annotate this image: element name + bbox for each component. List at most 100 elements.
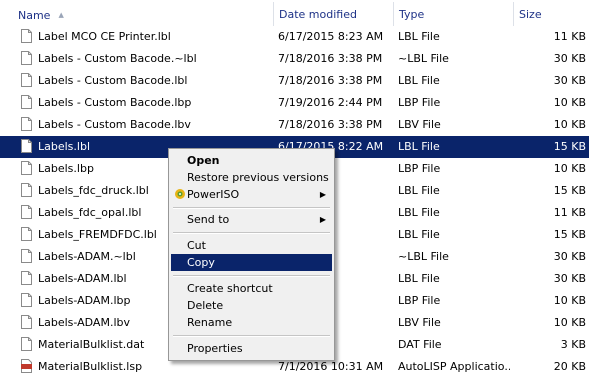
column-date-label: Date modified xyxy=(279,8,357,21)
file-name: Labels - Custom Bacode.lbp xyxy=(38,96,192,109)
file-size: 15 KB xyxy=(553,184,586,197)
menu-item-create-shortcut-label: Create shortcut xyxy=(187,282,273,295)
menu-separator xyxy=(173,335,330,337)
menu-separator xyxy=(173,232,330,234)
table-row[interactable]: Labels - Custom Bacode.lbp 7/19/2016 2:44… xyxy=(0,92,601,114)
file-date: 7/18/2016 3:38 PM xyxy=(278,74,383,87)
menu-item-rename[interactable]: Rename xyxy=(171,314,332,331)
file-type: LBP File xyxy=(398,96,441,109)
file-size: 30 KB xyxy=(553,272,586,285)
sort-ascending-icon: ▲ xyxy=(58,11,64,19)
file-size: 15 KB xyxy=(553,228,586,241)
file-size: 10 KB xyxy=(553,162,586,175)
table-row[interactable]: Labels - Custom Bacode.lbv 7/18/2016 3:38… xyxy=(0,114,601,136)
menu-item-restore-label: Restore previous versions xyxy=(187,171,329,184)
table-row[interactable]: Label MCO CE Printer.lbl 6/17/2015 8:23 A… xyxy=(0,26,601,48)
file-icon xyxy=(21,337,32,351)
file-type: LBL File xyxy=(398,140,440,153)
file-icon xyxy=(21,117,32,131)
file-type: LBL File xyxy=(398,30,440,43)
menu-item-rename-label: Rename xyxy=(187,316,233,329)
menu-item-send-to[interactable]: Send to ▶ xyxy=(171,211,332,228)
menu-item-cut[interactable]: Cut xyxy=(171,237,332,254)
file-type: LBL File xyxy=(398,228,440,241)
file-icon xyxy=(21,249,32,263)
submenu-arrow-icon: ▶ xyxy=(319,215,326,224)
file-icon xyxy=(21,271,32,285)
file-name: Label MCO CE Printer.lbl xyxy=(38,30,171,43)
file-icon xyxy=(21,73,32,87)
table-row[interactable]: Labels - Custom Bacode.~lbl 7/18/2016 3:3… xyxy=(0,48,601,70)
file-icon xyxy=(21,51,32,65)
file-type: LBL File xyxy=(398,272,440,285)
menu-item-poweriso[interactable]: PowerISO ▶ xyxy=(171,186,332,203)
file-icon xyxy=(21,293,32,307)
file-type: LBV File xyxy=(398,118,441,131)
context-menu: Open Restore previous versions PowerISO … xyxy=(168,148,335,361)
file-date: 6/17/2015 8:23 AM xyxy=(278,30,384,43)
table-row[interactable]: Labels - Custom Bacode.lbl 7/18/2016 3:38… xyxy=(0,70,601,92)
file-size: 30 KB xyxy=(553,250,586,263)
file-type: LBL File xyxy=(398,184,440,197)
vertical-scrollbar[interactable] xyxy=(589,26,601,370)
column-type-label: Type xyxy=(399,8,425,21)
file-date: 7/19/2016 2:44 PM xyxy=(278,96,383,109)
file-type: LBL File xyxy=(398,206,440,219)
file-size: 10 KB xyxy=(553,294,586,307)
column-name-header[interactable]: Name ▲ xyxy=(12,0,274,26)
column-size-label: Size xyxy=(519,8,542,21)
file-size: 10 KB xyxy=(553,96,586,109)
menu-item-delete[interactable]: Delete xyxy=(171,297,332,314)
submenu-arrow-icon: ▶ xyxy=(319,190,326,199)
menu-separator xyxy=(173,207,330,209)
menu-item-create-shortcut[interactable]: Create shortcut xyxy=(171,280,332,297)
column-type-header[interactable]: Type xyxy=(393,0,513,26)
menu-item-open-label: Open xyxy=(187,154,220,167)
menu-item-delete-label: Delete xyxy=(187,299,224,312)
file-size: 30 KB xyxy=(553,74,586,87)
menu-item-properties[interactable]: Properties xyxy=(171,340,332,357)
file-size: 10 KB xyxy=(553,118,586,131)
menu-item-restore-previous-versions[interactable]: Restore previous versions xyxy=(171,169,332,186)
menu-item-properties-label: Properties xyxy=(187,342,243,355)
file-size: 30 KB xyxy=(553,52,586,65)
file-size: 10 KB xyxy=(553,316,586,329)
file-date: 7/18/2016 3:38 PM xyxy=(278,52,383,65)
file-size: 11 KB xyxy=(553,30,586,43)
file-icon xyxy=(21,315,32,329)
column-date-header[interactable]: Date modified xyxy=(273,0,394,26)
file-name: Labels - Custom Bacode.lbl xyxy=(38,74,188,87)
file-type: LBV File xyxy=(398,316,441,329)
file-type: ~LBL File xyxy=(398,52,449,65)
file-icon xyxy=(21,227,32,241)
menu-item-poweriso-label: PowerISO xyxy=(187,188,240,201)
file-icon xyxy=(21,161,32,175)
menu-item-copy[interactable]: Copy xyxy=(171,254,332,271)
file-size: 3 KB xyxy=(560,338,586,351)
menu-item-cut-label: Cut xyxy=(187,239,206,252)
file-size: 20 KB xyxy=(553,360,586,373)
file-icon xyxy=(21,95,32,109)
menu-item-copy-label: Copy xyxy=(187,256,215,269)
column-header: Name ▲ Date modified Type Size xyxy=(0,0,601,26)
column-size-header[interactable]: Size xyxy=(513,0,588,26)
file-icon xyxy=(21,29,32,43)
lisp-file-icon xyxy=(21,359,32,373)
column-name-label: Name xyxy=(18,9,51,22)
file-icon xyxy=(21,183,32,197)
file-icon xyxy=(21,205,32,219)
file-type: LBP File xyxy=(398,162,441,175)
file-date: 7/18/2016 3:38 PM xyxy=(278,118,383,131)
menu-separator xyxy=(173,275,330,277)
file-size: 11 KB xyxy=(553,206,586,219)
file-name: Labels - Custom Bacode.lbv xyxy=(38,118,191,131)
poweriso-icon xyxy=(175,189,185,199)
file-type: ~LBL File xyxy=(398,250,449,263)
file-type: LBL File xyxy=(398,74,440,87)
menu-item-open[interactable]: Open xyxy=(171,152,332,169)
file-icon xyxy=(21,139,32,153)
file-type: LBP File xyxy=(398,294,441,307)
file-type: AutoLISP Applicatio... xyxy=(398,360,510,373)
file-size: 15 KB xyxy=(553,140,586,153)
file-name: Labels - Custom Bacode.~lbl xyxy=(38,52,197,65)
